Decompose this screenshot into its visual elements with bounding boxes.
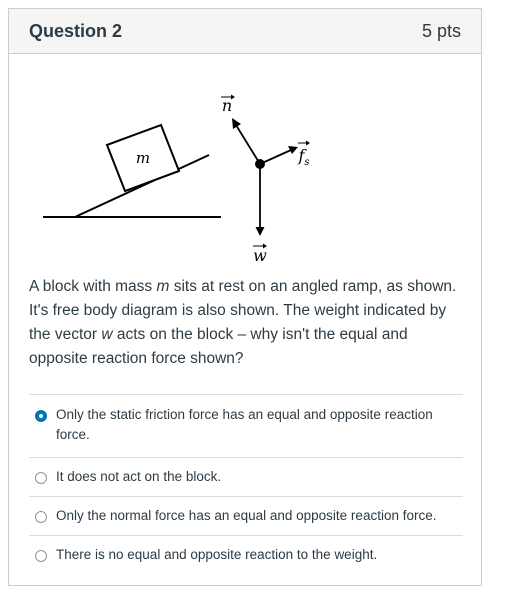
free-body-diagram: m n fs w bbox=[43, 94, 310, 265]
question-points: 5 pts bbox=[421, 20, 461, 41]
question-card: Question 2 5 pts m n fs w A block with m… bbox=[8, 8, 482, 586]
answer-label: It does not act on the block. bbox=[56, 469, 222, 484]
friction-label-sub: s bbox=[304, 157, 309, 168]
answer-option[interactable]: Only the static friction force has an eq… bbox=[29, 394, 463, 457]
normal-label: n bbox=[222, 96, 232, 115]
radio-selected[interactable] bbox=[35, 410, 47, 422]
question-text: A block with mass m sits at rest on an a… bbox=[29, 275, 459, 371]
weight-arrowhead bbox=[255, 227, 265, 236]
answer-option[interactable]: There is no equal and opposite reaction … bbox=[29, 535, 463, 574]
answer-label: There is no equal and opposite reaction … bbox=[56, 547, 378, 562]
radio-button[interactable] bbox=[35, 511, 47, 523]
radio-button[interactable] bbox=[35, 550, 47, 562]
friction-label-arrowhead bbox=[306, 140, 310, 146]
block-label: m bbox=[136, 149, 150, 167]
friction-vector bbox=[259, 149, 292, 165]
question-text-part1: A block with mass bbox=[29, 278, 157, 295]
question-header: Question 2 5 pts bbox=[9, 9, 481, 54]
question-title: Question 2 bbox=[29, 20, 123, 41]
answer-list: Only the static friction force has an eq… bbox=[29, 394, 463, 574]
weight-label: w bbox=[253, 246, 267, 265]
mass-variable: m bbox=[156, 278, 170, 295]
answer-option[interactable]: It does not act on the block. bbox=[29, 457, 463, 496]
friction-label: fs bbox=[297, 146, 309, 168]
normal-label-arrowhead bbox=[231, 94, 235, 100]
normal-vector bbox=[235, 124, 261, 165]
answer-option[interactable]: Only the normal force has an equal and o… bbox=[29, 496, 463, 535]
weight-variable: w bbox=[101, 326, 113, 343]
answer-label: Only the normal force has an equal and o… bbox=[56, 508, 437, 523]
answer-label: Only the static friction force has an eq… bbox=[56, 407, 433, 442]
radio-button[interactable] bbox=[35, 472, 47, 484]
